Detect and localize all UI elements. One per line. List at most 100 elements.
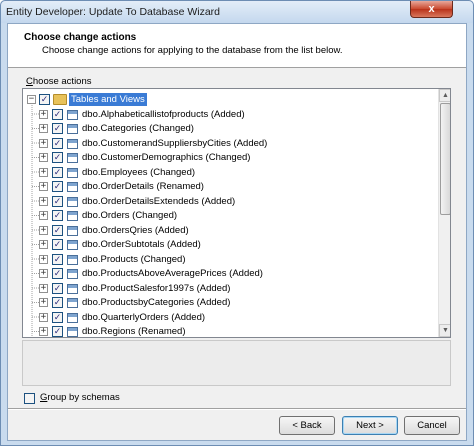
- expand-icon[interactable]: +: [39, 312, 48, 322]
- checkbox-checked-icon[interactable]: ✓: [52, 297, 63, 308]
- back-button[interactable]: < Back: [279, 416, 335, 435]
- checkbox-checked-icon[interactable]: ✓: [52, 282, 63, 294]
- expand-icon[interactable]: +: [39, 138, 48, 148]
- choose-actions-label: Choose actions: [26, 76, 92, 87]
- expand-icon[interactable]: +: [39, 298, 48, 307]
- tree-item-label[interactable]: dbo.Regions (Renamed): [82, 325, 186, 337]
- tree-item-label[interactable]: dbo.OrdersQries (Added): [82, 224, 189, 237]
- tree-item-row[interactable]: + ✓ dbo.Categories (Changed): [23, 121, 438, 136]
- expand-icon[interactable]: +: [39, 153, 48, 162]
- group-by-schemas-label: Group by schemas: [40, 392, 120, 403]
- checkbox-checked-icon[interactable]: ✓: [52, 152, 63, 163]
- checkbox-checked-icon[interactable]: ✓: [52, 195, 63, 207]
- group-by-schemas-checkbox-box[interactable]: [24, 393, 35, 404]
- tree-item-row[interactable]: + ✓ dbo.Orders (Changed): [23, 208, 438, 223]
- table-icon: [67, 182, 78, 192]
- tree-item-label[interactable]: dbo.Alphabeticallistofproducts (Added): [82, 108, 245, 121]
- tree-item-row[interactable]: + ✓ dbo.ProductsbyCategories (Added): [23, 295, 438, 310]
- tree-item-row[interactable]: + ✓ dbo.Regions (Renamed): [23, 324, 438, 337]
- expand-icon[interactable]: +: [39, 327, 48, 336]
- expand-icon[interactable]: +: [39, 254, 48, 264]
- tree-item-row[interactable]: + ✓ dbo.Alphabeticallistofproducts (Added): [23, 107, 438, 122]
- page-subtitle: Choose change actions for applying to th…: [42, 45, 343, 56]
- tree-item-label[interactable]: dbo.Employees (Changed): [82, 166, 195, 179]
- expand-icon[interactable]: +: [39, 124, 48, 133]
- tree-item-row[interactable]: + ✓ dbo.OrderDetails (Renamed): [23, 179, 438, 194]
- checkbox-checked-icon[interactable]: ✓: [52, 224, 63, 236]
- table-icon: [67, 254, 78, 265]
- table-icon: [67, 196, 78, 207]
- checkbox-checked-icon[interactable]: ✓: [52, 210, 63, 221]
- title-bar[interactable]: Entity Developer: Update To Database Wiz…: [1, 1, 473, 23]
- checkbox-checked-icon[interactable]: ✓: [52, 137, 63, 149]
- expand-icon[interactable]: +: [39, 283, 48, 293]
- next-button[interactable]: Next >: [342, 416, 398, 435]
- tree-item-label[interactable]: dbo.ProductsbyCategories (Added): [82, 296, 230, 309]
- expand-icon[interactable]: +: [39, 109, 48, 119]
- tree-item-label[interactable]: dbo.ProductsAboveAveragePrices (Added): [82, 267, 263, 280]
- tree-item-label[interactable]: dbo.Orders (Changed): [82, 209, 177, 222]
- table-icon: [67, 225, 78, 236]
- tree-item-row[interactable]: + ✓ dbo.ProductsAboveAveragePrices (Added): [23, 266, 438, 281]
- tree-item-label[interactable]: dbo.CustomerDemographics (Changed): [82, 151, 250, 164]
- tree-vertical-scrollbar[interactable]: ▲ ▼: [438, 89, 450, 337]
- table-icon: [67, 327, 78, 337]
- expand-icon[interactable]: +: [39, 240, 48, 249]
- checkbox-checked-icon[interactable]: ✓: [52, 253, 63, 265]
- checkbox-checked-icon[interactable]: ✓: [52, 108, 63, 120]
- close-button[interactable]: x: [410, 1, 453, 18]
- wizard-client-area: Choose change actions Choose change acti…: [7, 23, 467, 441]
- folder-icon: [53, 94, 67, 105]
- tree-item-row[interactable]: + ✓ dbo.OrderSubtotals (Added): [23, 237, 438, 252]
- close-icon: x: [428, 3, 435, 15]
- checkbox-checked-icon[interactable]: ✓: [39, 94, 50, 105]
- page-title: Choose change actions: [24, 32, 137, 43]
- expand-icon[interactable]: +: [39, 182, 48, 191]
- expand-icon[interactable]: +: [39, 269, 48, 278]
- checkbox-checked-icon[interactable]: ✓: [52, 166, 63, 178]
- table-icon: [67, 153, 78, 163]
- collapse-icon[interactable]: −: [27, 95, 36, 104]
- scroll-down-arrow-icon[interactable]: ▼: [439, 324, 450, 337]
- tree-item-label[interactable]: dbo.Products (Changed): [82, 253, 186, 266]
- tree-item-label[interactable]: dbo.OrderDetails (Renamed): [82, 180, 204, 193]
- wizard-window: Entity Developer: Update To Database Wiz…: [0, 0, 474, 446]
- tree-item-row[interactable]: + ✓ dbo.ProductSalesfor1997s (Added): [23, 281, 438, 296]
- tree-root-label[interactable]: Tables and Views: [69, 93, 147, 106]
- checkbox-checked-icon[interactable]: ✓: [52, 123, 63, 134]
- tree-item-row[interactable]: + ✓ dbo.CustomerDemographics (Changed): [23, 150, 438, 165]
- checkbox-checked-icon[interactable]: ✓: [52, 239, 63, 250]
- expand-icon[interactable]: +: [39, 225, 48, 235]
- table-icon: [67, 298, 78, 308]
- table-icon: [67, 124, 78, 134]
- checkbox-checked-icon[interactable]: ✓: [52, 311, 63, 323]
- tree-item-row[interactable]: + ✓ dbo.QuarterlyOrders (Added): [23, 310, 438, 325]
- checkbox-checked-icon[interactable]: ✓: [52, 268, 63, 279]
- expand-icon[interactable]: +: [39, 211, 48, 220]
- tree-item-label[interactable]: dbo.CustomerandSuppliersbyCities (Added): [82, 137, 267, 150]
- tree-item-row[interactable]: + ✓ dbo.OrderDetailsExtendeds (Added): [23, 194, 438, 209]
- tree-item-row[interactable]: + ✓ dbo.OrdersQries (Added): [23, 223, 438, 238]
- table-icon: [67, 167, 78, 178]
- tree-root-row[interactable]: − ✓ Tables and Views: [23, 92, 438, 107]
- tree-item-row[interactable]: + ✓ dbo.Products (Changed): [23, 252, 438, 267]
- window-title: Entity Developer: Update To Database Wiz…: [6, 6, 220, 18]
- checkbox-checked-icon[interactable]: ✓: [52, 326, 63, 337]
- wizard-header: Choose change actions Choose change acti…: [8, 24, 466, 68]
- tree-item-label[interactable]: dbo.OrderSubtotals (Added): [82, 238, 201, 251]
- tree-item-label[interactable]: dbo.Categories (Changed): [82, 122, 194, 135]
- scroll-up-arrow-icon[interactable]: ▲: [439, 89, 450, 102]
- checkbox-checked-icon[interactable]: ✓: [52, 181, 63, 192]
- actions-tree[interactable]: − ✓ Tables and Views + ✓ dbo.Alphabeticallist…: [22, 88, 451, 338]
- expand-icon[interactable]: +: [39, 167, 48, 177]
- table-icon: [67, 312, 78, 323]
- expand-icon[interactable]: +: [39, 196, 48, 206]
- cancel-button[interactable]: Cancel: [404, 416, 460, 435]
- tree-item-label[interactable]: dbo.QuarterlyOrders (Added): [82, 311, 205, 324]
- table-icon: [67, 211, 78, 221]
- tree-item-row[interactable]: + ✓ dbo.Employees (Changed): [23, 165, 438, 180]
- tree-item-label[interactable]: dbo.ProductSalesfor1997s (Added): [82, 282, 230, 295]
- tree-item-label[interactable]: dbo.OrderDetailsExtendeds (Added): [82, 195, 235, 208]
- tree-item-row[interactable]: + ✓ dbo.CustomerandSuppliersbyCities (Adde…: [23, 136, 438, 151]
- scroll-thumb[interactable]: [440, 103, 450, 215]
